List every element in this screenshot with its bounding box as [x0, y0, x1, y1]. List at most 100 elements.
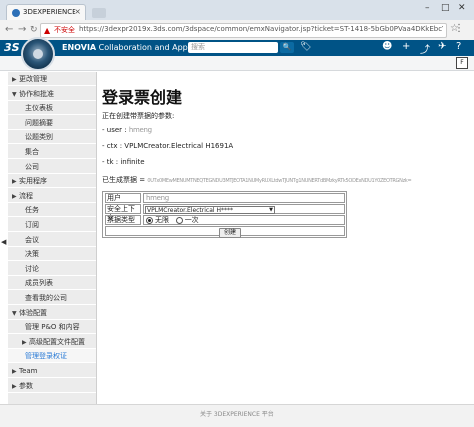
minimize-icon[interactable]: –	[425, 3, 430, 13]
sidebar-item-label: 成员列表	[25, 279, 53, 288]
sidebar-item[interactable]: 查看我的公司	[8, 291, 96, 305]
sidebar-item-label: 决策	[25, 250, 39, 259]
sidebar-item[interactable]: 主仪表板	[8, 101, 96, 116]
chevron-right-icon: ▶	[12, 368, 17, 375]
new-tab-button[interactable]	[92, 8, 106, 18]
sidebar-item-label: 体验配置	[19, 308, 47, 317]
radio-unchecked-icon	[175, 216, 183, 224]
sidebar-item[interactable]: ▶ 参数	[8, 379, 96, 393]
back-icon[interactable]: ←	[5, 24, 13, 35]
context-select[interactable]: VPLMCreator.Electrical H**** ▼	[145, 206, 275, 214]
context-select-value: VPLMCreator.Electrical H****	[147, 207, 233, 214]
sidebar-item[interactable]: 讨论	[8, 262, 96, 276]
sidebar-item[interactable]: ▼ 协作和批准	[8, 87, 96, 101]
sidebar-item[interactable]: 集合	[8, 145, 96, 159]
radio-checked-icon	[146, 216, 153, 224]
chevron-down-icon: ▼	[269, 207, 273, 213]
sidebar-item[interactable]: 公司	[8, 160, 96, 174]
sidebar-item[interactable]: 管理 P&O 和内容	[8, 320, 96, 335]
sidebar-item-label: 实用程序	[19, 177, 47, 186]
user-label: 用户	[105, 193, 141, 203]
site-favicon-icon	[12, 9, 20, 17]
ticket-form: 用户 hmeng 安全上下文 VPLMCreator.Electrical H*…	[102, 191, 347, 238]
sidebar-item-label: 讼题类别	[25, 133, 53, 142]
sidebar-item[interactable]: ▶ 实用程序	[8, 174, 96, 189]
creating-text: 正在创建带票据的参数:	[102, 112, 175, 120]
pin-page-icon[interactable]: F	[456, 57, 468, 69]
add-icon[interactable]: +	[402, 41, 410, 52]
maximize-icon[interactable]: □	[441, 3, 450, 13]
search-input[interactable]: 搜索	[188, 42, 278, 53]
generated-ticket-value: 0UTx0MEwMENUMTNEQTEGNDU3MTJEOTA1NUMyRUXL…	[147, 178, 412, 184]
warning-icon: ▲	[44, 26, 51, 35]
navigation-sidebar: ▶ 更改管理 ▼ 协作和批准 主仪表板 问题摘要 讼题类别 集合 公司 ▶ 实用程序 ▶ 流程 任务 订阅会…	[8, 72, 97, 404]
generated-label: 已生成票据 =	[102, 176, 146, 184]
sidebar-item[interactable]: 讼题类别	[8, 130, 96, 145]
sidebar-item-label: 协作和批准	[19, 89, 54, 98]
create-button[interactable]: 创建	[219, 228, 241, 238]
sidebar-item-label: 问题摘要	[25, 118, 53, 127]
search-button[interactable]: 🔍	[280, 42, 294, 53]
sidebar-item[interactable]: ▶ 流程	[8, 189, 96, 203]
3ds-logo-icon: 3S	[4, 41, 20, 54]
address-bar-row: ← → ↻ ▲ 不安全 https://3dexpr2019x.3ds.com/…	[0, 20, 474, 41]
browser-menu-icon[interactable]: ⋮	[454, 23, 464, 34]
reload-icon[interactable]: ↻	[30, 25, 38, 35]
user-line-label: - user :	[102, 126, 127, 134]
once-radio[interactable]: 一次	[175, 216, 199, 224]
page-title: 登录票创建	[102, 88, 183, 107]
infinite-label: 无限	[155, 216, 169, 224]
user-field[interactable]: hmeng	[143, 193, 345, 203]
ctx-line: - ctx : VPLMCreator.Electrical H1691A	[102, 142, 234, 150]
sidebar-item-label: 订阅	[25, 221, 39, 229]
chevron-down-icon: ▼	[12, 90, 17, 98]
user-field-value: hmeng	[146, 194, 169, 202]
chevron-right-icon: ▶	[12, 192, 17, 200]
sidebar-item[interactable]: ▶ Team	[8, 364, 96, 378]
share-icon[interactable]: ⤴	[420, 41, 430, 56]
sidebar-item-label: 查看我的公司	[25, 294, 67, 302]
sidebar-item[interactable]: ▶ 更改管理	[8, 72, 96, 86]
url-input[interactable]: ▲ 不安全 https://3dexpr2019x.3ds.com/3dspac…	[40, 23, 447, 38]
once-label: 一次	[184, 216, 199, 224]
help-icon[interactable]: ?	[456, 41, 461, 52]
user-line-value: hmeng	[128, 126, 152, 134]
sidebar-item[interactable]: 会议	[8, 233, 96, 247]
sidebar-item-label: 会议	[25, 235, 39, 244]
sidebar-item[interactable]: ▶ 高级配置文件配置	[8, 335, 96, 349]
sidebar-item-label: 高级配置文件配置	[29, 337, 85, 346]
chevron-right-icon: ▶	[12, 178, 17, 186]
sidebar-item-label: 管理 P&O 和内容	[25, 323, 80, 332]
tag-icon[interactable]: 🏷	[300, 42, 311, 52]
infinite-radio[interactable]: 无限	[146, 216, 169, 224]
user-avatar-icon[interactable]: ☻	[382, 41, 392, 52]
url-text: https://3dexpr2019x.3ds.com/3dspace/comm…	[79, 25, 443, 33]
sidebar-item-label: 更改管理	[19, 75, 47, 83]
footer-text[interactable]: 关于 3DEXPERIENCE 平台	[200, 409, 274, 418]
communities-icon[interactable]: ✈	[438, 41, 446, 52]
sidebar-item[interactable]: 订阅	[8, 218, 96, 232]
sidebar-item[interactable]: 问题摘要	[8, 116, 96, 130]
ticket-type-cell: 无限 一次	[143, 215, 345, 225]
tab-close-icon[interactable]: ×	[74, 7, 81, 16]
forward-icon[interactable]: →	[18, 24, 26, 35]
compass-icon[interactable]	[21, 37, 55, 71]
context-label: 安全上下文	[105, 204, 141, 222]
close-window-icon[interactable]: ✕	[458, 3, 466, 13]
tab-title: 3DEXPERIENCE Platfor	[23, 8, 75, 16]
sidebar-item-label: 管理登录权证	[25, 352, 67, 361]
sidebar-item[interactable]: 成员列表	[8, 276, 96, 291]
sidebar-item-label: 讨论	[25, 264, 39, 273]
chevron-right-icon: ▶	[12, 76, 17, 83]
sidebar-item[interactable]: 决策	[8, 247, 96, 262]
browser-tab[interactable]: 3DEXPERIENCE Platfor ×	[6, 4, 86, 20]
brand-prefix: ENOVIA	[62, 43, 97, 52]
sidebar-item[interactable]: 管理登录权证	[8, 349, 96, 364]
sidebar-item-label: 流程	[19, 191, 33, 200]
sidebar-item-label: 任务	[25, 206, 39, 215]
tk-line: - tk : infinite	[102, 158, 145, 166]
user-line: - user : hmeng	[102, 126, 152, 134]
sidebar-item[interactable]: ▼ 体验配置	[8, 306, 96, 320]
collapse-sidebar-icon[interactable]: ◀	[1, 238, 6, 246]
sidebar-item[interactable]: 任务	[8, 203, 96, 218]
